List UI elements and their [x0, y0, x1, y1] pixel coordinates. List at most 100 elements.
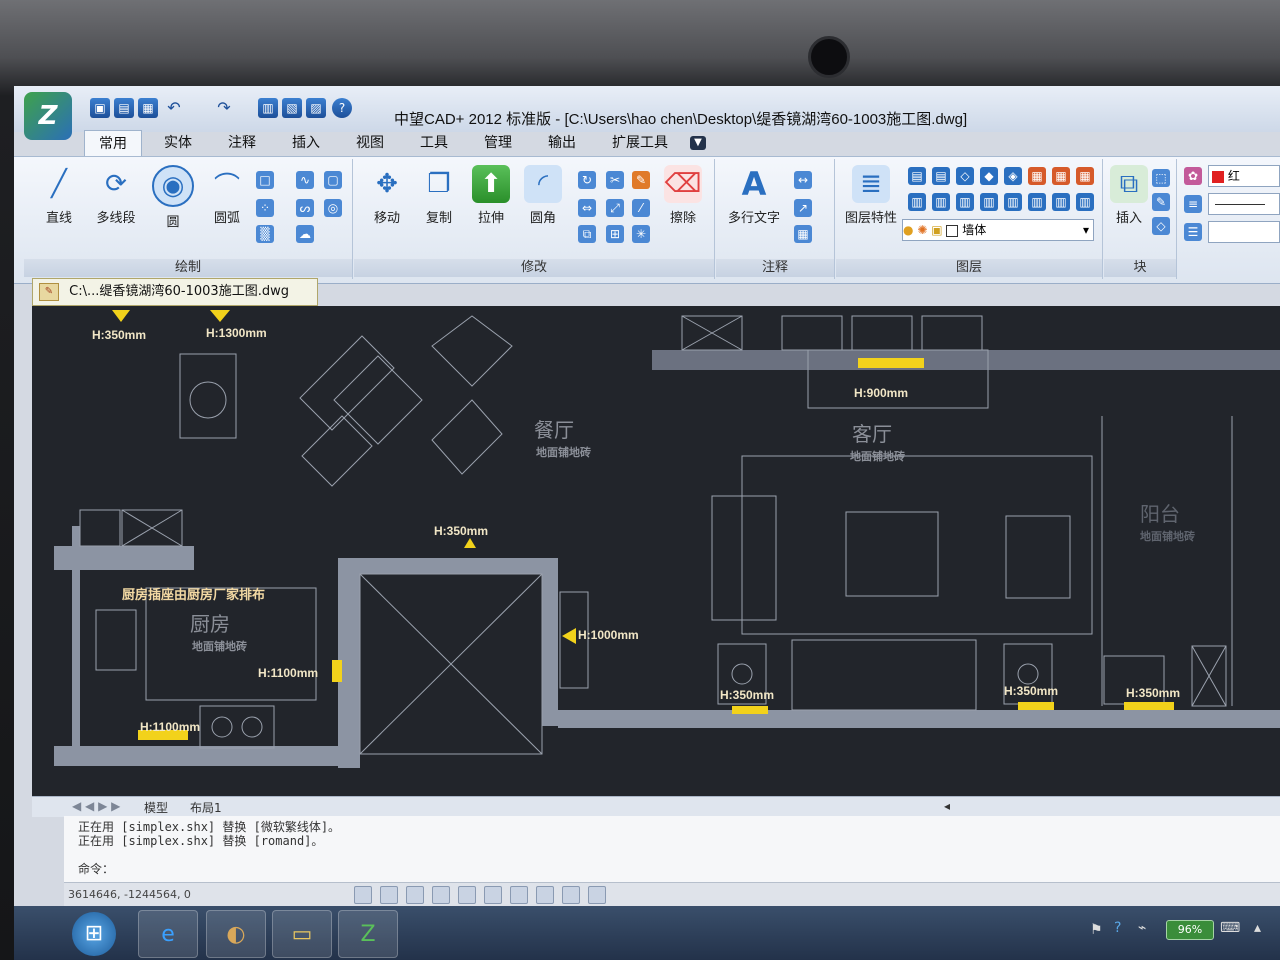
layer-state-icon[interactable]: ▤: [908, 167, 926, 185]
command-prompt[interactable]: 命令：: [78, 860, 114, 877]
spline-icon[interactable]: ∿: [296, 171, 314, 189]
table-icon[interactable]: ▦: [794, 225, 812, 243]
point-icon[interactable]: ⁘: [256, 199, 274, 217]
layer-match-icon[interactable]: ▥: [932, 193, 950, 211]
polyline-tool[interactable]: ⟳ 多线段: [90, 165, 142, 226]
model-toggle[interactable]: [562, 886, 580, 904]
layer-properties-tool[interactable]: ≣ 图层特性: [842, 165, 900, 226]
redo-icon[interactable]: ↷: [214, 98, 234, 118]
tab-layout1[interactable]: 布局1: [190, 799, 222, 816]
document-tab[interactable]: ✎ C:\...缇香镜湖湾60-1003施工图.dwg: [32, 278, 318, 306]
save-icon[interactable]: ▦: [138, 98, 158, 118]
network-help-icon[interactable]: ?: [1114, 920, 1121, 936]
circle-tool[interactable]: ◉ 圆: [150, 165, 196, 230]
nav-arrows-icon[interactable]: ◀ ◀ ▶ ▶: [72, 799, 120, 813]
fillet-tool[interactable]: ◜ 圆角: [518, 165, 568, 226]
arc-tool[interactable]: ⌒ 圆弧: [204, 165, 250, 227]
otrack-toggle[interactable]: [484, 886, 502, 904]
lineweight-icon[interactable]: ☰: [1184, 223, 1202, 241]
battery-indicator[interactable]: 96%: [1166, 920, 1214, 940]
scale-icon[interactable]: ⤢: [606, 199, 624, 217]
edit-icon[interactable]: ✎: [632, 171, 650, 189]
layer-delete-icon[interactable]: ▥: [1028, 193, 1046, 211]
plot-icon[interactable]: ▥: [258, 98, 278, 118]
ribbon-dropdown-icon[interactable]: ▼: [690, 136, 706, 150]
undo-icon[interactable]: ↶: [164, 98, 184, 118]
ie-icon[interactable]: e: [138, 910, 198, 958]
start-button[interactable]: ⊞: [72, 912, 116, 956]
rotate-icon[interactable]: ↻: [578, 171, 596, 189]
attribute-icon[interactable]: ◇: [1152, 217, 1170, 235]
break-icon[interactable]: ⁄: [632, 199, 650, 217]
usb-icon[interactable]: ⌁: [1138, 920, 1146, 936]
scroll-left-icon[interactable]: ◂: [944, 799, 950, 813]
lwt-toggle[interactable]: [536, 886, 554, 904]
explode-icon[interactable]: ✳: [632, 225, 650, 243]
media-icon[interactable]: ◐: [206, 910, 266, 958]
create-block-icon[interactable]: ⬚: [1152, 169, 1170, 187]
copy-tool[interactable]: ❐ 复制: [414, 165, 464, 226]
lineweight-dropdown[interactable]: [1208, 221, 1280, 243]
tab-view[interactable]: 视图: [342, 130, 398, 156]
layer-lock-icon[interactable]: ▦: [1028, 167, 1046, 185]
layer-on-icon[interactable]: ▥: [1076, 193, 1094, 211]
revcloud-icon[interactable]: ᔕ: [296, 199, 314, 217]
color-dropdown[interactable]: 红: [1208, 165, 1280, 187]
layer-prev-icon[interactable]: ▤: [932, 167, 950, 185]
dimension-icon[interactable]: ↔: [794, 171, 812, 189]
polar-toggle[interactable]: [432, 886, 450, 904]
mtext-tool[interactable]: A 多行文字: [722, 165, 786, 226]
layer-dropdown[interactable]: ● ✺ ▣ 墙体 ▾: [902, 219, 1094, 241]
tab-tools[interactable]: 工具: [406, 130, 462, 156]
quick-props-toggle[interactable]: [588, 886, 606, 904]
tab-extended-tools[interactable]: 扩展工具: [598, 130, 682, 156]
grid-toggle[interactable]: [380, 886, 398, 904]
tab-manage[interactable]: 管理: [470, 130, 526, 156]
linetype-icon[interactable]: ≡: [1184, 195, 1202, 213]
array-icon[interactable]: ⊞: [606, 225, 624, 243]
flag-icon[interactable]: ⚑: [1090, 922, 1103, 938]
layer-unlock-icon[interactable]: ▦: [1052, 167, 1070, 185]
linetype-dropdown[interactable]: [1208, 193, 1280, 215]
mirror-icon[interactable]: ⇔: [578, 199, 596, 217]
tab-solid[interactable]: 实体: [150, 130, 206, 156]
snap-toggle[interactable]: [354, 886, 372, 904]
tab-model[interactable]: 模型: [144, 799, 168, 816]
line-tool[interactable]: ╱ 直线: [36, 165, 82, 226]
donut-icon[interactable]: ◎: [324, 199, 342, 217]
osnap-toggle[interactable]: [458, 886, 476, 904]
layer-merge-icon[interactable]: ▦: [1076, 167, 1094, 185]
erase-tool[interactable]: ⌫ 擦除: [658, 165, 708, 226]
drawing-canvas[interactable]: H:350mm H:1300mm H:900mm H:350mm H:1000m…: [32, 306, 1280, 796]
trim-icon[interactable]: ✂: [606, 171, 624, 189]
rectangle-icon[interactable]: □: [256, 171, 274, 189]
hatch-icon[interactable]: ▒: [256, 225, 274, 243]
layer-freeze-icon[interactable]: ◈: [1004, 167, 1022, 185]
new-file-icon[interactable]: ▣: [90, 98, 110, 118]
move-tool[interactable]: ✥ 移动: [362, 165, 412, 226]
layer-copy-icon[interactable]: ▥: [1004, 193, 1022, 211]
zwcad-taskbar-icon[interactable]: Z: [338, 910, 398, 958]
insert-block-tool[interactable]: ⧉ 插入: [1108, 165, 1150, 226]
layer-off-icon[interactable]: ◆: [980, 167, 998, 185]
publish-icon[interactable]: ▨: [306, 98, 326, 118]
offset-icon[interactable]: ⧉: [578, 225, 596, 243]
region-icon[interactable]: ▢: [324, 171, 342, 189]
tray-arrow-icon[interactable]: ▴: [1254, 920, 1261, 936]
layer-thaw-icon[interactable]: ▥: [1052, 193, 1070, 211]
cloud-icon[interactable]: ☁: [296, 225, 314, 243]
palette-icon[interactable]: ✿: [1184, 167, 1202, 185]
edit-block-icon[interactable]: ✎: [1152, 193, 1170, 211]
ortho-toggle[interactable]: [406, 886, 424, 904]
help-icon[interactable]: ?: [332, 98, 352, 118]
layer-walk-icon[interactable]: ▥: [908, 193, 926, 211]
layer-change-icon[interactable]: ▥: [956, 193, 974, 211]
dyn-toggle[interactable]: [510, 886, 528, 904]
layer-current-icon[interactable]: ▥: [980, 193, 998, 211]
layer-isolate-icon[interactable]: ◇: [956, 167, 974, 185]
zwcad-logo[interactable]: Z: [24, 92, 72, 140]
open-file-icon[interactable]: ▤: [114, 98, 134, 118]
tab-output[interactable]: 输出: [534, 130, 590, 156]
tab-insert[interactable]: 插入: [278, 130, 334, 156]
print-icon[interactable]: ▧: [282, 98, 302, 118]
